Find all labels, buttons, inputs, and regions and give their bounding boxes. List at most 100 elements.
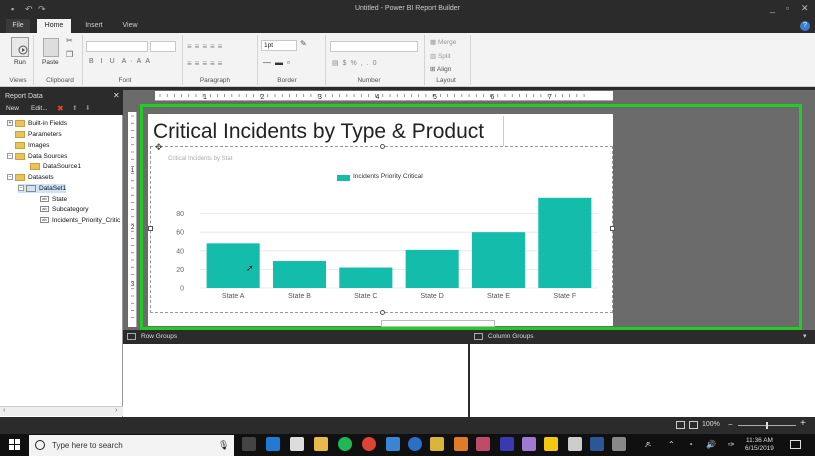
merge-button[interactable]: ▦ Merge: [430, 38, 456, 46]
tree-label: Data Sources: [28, 153, 68, 160]
mouse-cursor-icon: ➚: [246, 263, 254, 273]
tree-item-field-subcategory[interactable]: ab Subcategory: [40, 205, 89, 214]
pen-icon[interactable]: ✑: [728, 440, 735, 449]
app-icon[interactable]: [386, 437, 400, 451]
move-up-icon[interactable]: ⬆: [72, 103, 77, 115]
collapse-icon[interactable]: −: [7, 153, 13, 160]
chevron-down-icon[interactable]: ▾: [803, 332, 807, 340]
paste-button[interactable]: Paste: [42, 59, 59, 66]
new-button[interactable]: New: [6, 103, 19, 115]
split-button[interactable]: ▥ Split: [430, 52, 451, 60]
font-format-buttons[interactable]: BIUA·AA: [89, 58, 154, 65]
tree-item-field-incidents[interactable]: ab Incidents_Priority_Critic: [40, 216, 123, 225]
task-view-icon[interactable]: [242, 437, 256, 451]
microphone-icon[interactable]: 🎙: [218, 440, 229, 451]
layout-group-label: Layout: [436, 77, 456, 84]
paste-icon[interactable]: [43, 38, 59, 57]
run-icon[interactable]: [11, 37, 29, 57]
tree-item-images[interactable]: Images: [15, 141, 49, 150]
power-bi-icon[interactable]: [544, 437, 558, 451]
font-family-select[interactable]: [86, 41, 148, 52]
font-size-select[interactable]: [150, 41, 176, 52]
restore-button[interactable]: ▫: [786, 3, 789, 13]
tab-home[interactable]: Home: [37, 19, 71, 33]
ribbon-divider: [33, 35, 34, 85]
undo-icon[interactable]: ↶: [25, 4, 33, 15]
file-explorer-icon[interactable]: [314, 437, 328, 451]
tree-item-datasets[interactable]: − Datasets: [7, 173, 54, 182]
save-icon[interactable]: ▪: [11, 4, 14, 14]
app-icon[interactable]: [568, 437, 582, 451]
tree-label: Built-in Fields: [28, 120, 68, 127]
collapse-icon[interactable]: −: [18, 185, 24, 192]
tree-item-builtin-fields[interactable]: + Built-in Fields: [7, 119, 67, 128]
taskbar-clock[interactable]: 11:36 AM 6/15/2019: [745, 437, 774, 453]
move-down-icon[interactable]: ⬇: [85, 103, 90, 115]
tab-insert[interactable]: Insert: [80, 19, 108, 33]
edit-button[interactable]: Edit...: [31, 103, 48, 115]
tree-item-field-state[interactable]: ab State: [40, 195, 67, 204]
zoom-in-icon[interactable]: +: [800, 418, 806, 429]
tree-item-dataset1[interactable]: − DataSet1: [18, 184, 67, 193]
edge-icon[interactable]: [266, 437, 280, 451]
copy-icon[interactable]: ❐: [66, 50, 73, 59]
indent-buttons[interactable]: ≡≡≡≡≡: [187, 42, 225, 51]
border-style-buttons[interactable]: —▬▫: [263, 58, 294, 67]
horizontal-scrollbar[interactable]: ‹ ›: [0, 406, 123, 416]
tab-file[interactable]: File: [6, 19, 30, 33]
search-icon: [35, 440, 45, 450]
ribbon: Run Views Paste ✂ ❐ Clipboard BIUA·AA Fo…: [0, 33, 815, 87]
page-view-icon[interactable]: [676, 421, 685, 429]
tab-view[interactable]: View: [118, 19, 142, 33]
chrome-icon[interactable]: [362, 437, 376, 451]
close-panel-icon[interactable]: ✕: [113, 91, 120, 100]
redo-icon[interactable]: ↷: [38, 4, 46, 15]
close-button[interactable]: ✕: [801, 3, 809, 14]
app-icon[interactable]: [500, 437, 514, 451]
app-icon[interactable]: [522, 437, 536, 451]
chevron-up-icon[interactable]: ⌃: [668, 440, 675, 449]
align-buttons[interactable]: ≡≡≡≡≡: [187, 59, 225, 68]
word-icon[interactable]: [590, 437, 604, 451]
notification-icon[interactable]: [790, 440, 801, 449]
windows-start-icon[interactable]: [9, 439, 20, 450]
zoom-slider-thumb[interactable]: [766, 422, 768, 429]
border-size-select[interactable]: 1pt: [261, 40, 297, 51]
folder-icon: [15, 141, 25, 149]
number-format-buttons[interactable]: ▤$%,.0: [332, 59, 381, 67]
mail-icon[interactable]: [290, 437, 304, 451]
collapse-icon[interactable]: −: [7, 174, 13, 181]
report-data-toolbar: New Edit... ✖ ⬆ ⬇: [0, 103, 123, 115]
ribbon-divider: [424, 35, 425, 85]
ruler-number: 5: [433, 94, 437, 101]
app-icon[interactable]: [430, 437, 444, 451]
tree-item-datasource1[interactable]: DataSource1: [30, 162, 81, 171]
people-icon[interactable]: ዶ: [645, 440, 651, 450]
app-icon[interactable]: [612, 437, 626, 451]
app-icon[interactable]: [454, 437, 468, 451]
highlight-frame: [140, 104, 802, 330]
fit-view-icon[interactable]: [689, 421, 698, 429]
run-button[interactable]: Run: [14, 59, 26, 66]
zoom-out-icon[interactable]: −: [728, 420, 733, 429]
app-icon[interactable]: [408, 437, 422, 451]
volume-icon[interactable]: 🔊: [706, 440, 716, 449]
scroll-left-icon[interactable]: ‹: [3, 407, 5, 414]
align-button[interactable]: ⊞ Align: [430, 65, 451, 73]
tree-item-parameters[interactable]: Parameters: [15, 130, 62, 139]
scroll-right-icon[interactable]: ›: [115, 407, 117, 414]
tree-label: Incidents_Priority_Critic: [52, 217, 121, 224]
tree-item-data-sources[interactable]: − Data Sources: [7, 152, 67, 161]
delete-icon[interactable]: ✖: [57, 103, 64, 115]
border-color-icon[interactable]: ✎: [300, 39, 307, 48]
spotify-icon[interactable]: [338, 437, 352, 451]
cut-icon[interactable]: ✂: [66, 36, 73, 45]
app-icon[interactable]: [476, 437, 490, 451]
expand-icon[interactable]: +: [7, 120, 13, 127]
network-icon[interactable]: ◔: [688, 440, 693, 449]
pane-divider[interactable]: [468, 330, 470, 417]
taskbar-search-box[interactable]: Type here to search 🎙: [29, 435, 234, 456]
help-icon[interactable]: ?: [800, 21, 810, 31]
minimize-button[interactable]: _: [770, 3, 775, 13]
number-format-select[interactable]: [330, 41, 418, 52]
